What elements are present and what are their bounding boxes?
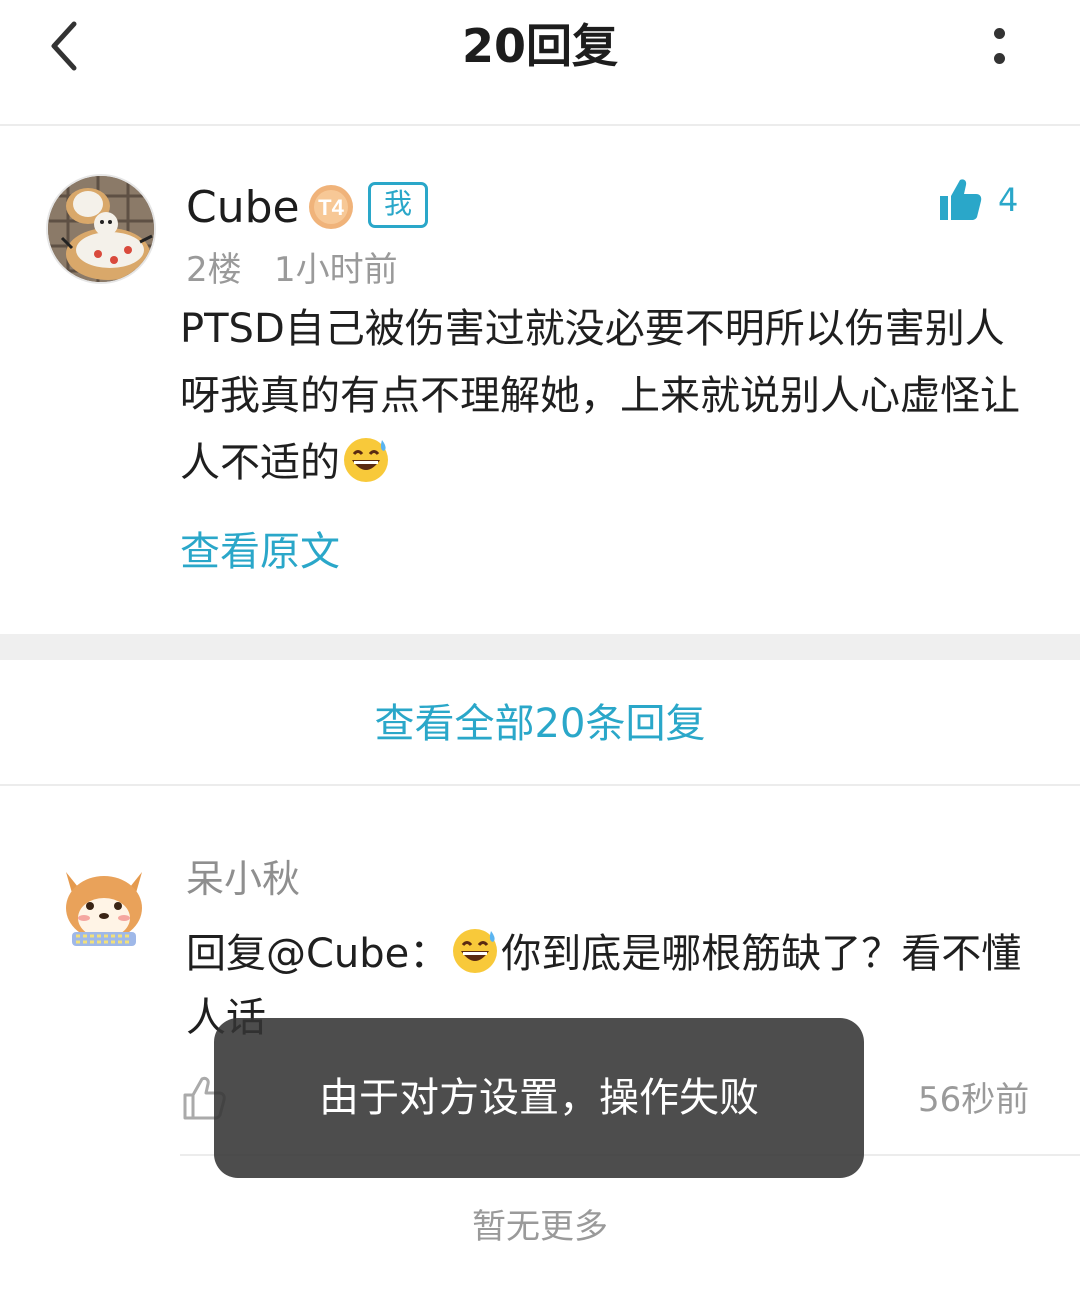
page-title: 20回复: [461, 19, 618, 73]
thumbs-up-icon: [940, 179, 982, 220]
post-meta: 2楼 1小时前: [186, 250, 398, 290]
more-vertical-icon: [994, 53, 1005, 64]
more-button[interactable]: [980, 22, 1020, 72]
post-body-text: PTSD自己被伤害过就没必要不明所以伤害别人呀我真的有点不理解她，上来就说别人心…: [180, 306, 1020, 486]
me-tag: 我: [368, 182, 428, 228]
reply-prefix: 回复@Cube：: [186, 931, 450, 977]
no-more-label: 暂无更多: [472, 1207, 608, 1247]
reply-avatar[interactable]: [52, 852, 156, 956]
post-body: PTSD自己被伤害过就没必要不明所以伤害别人呀我真的有点不理解她，上来就说别人心…: [180, 296, 1030, 497]
toast-message: 由于对方设置，操作失败: [319, 1075, 759, 1121]
main-post: Cube T4 我 4 2楼 1小时前 PTSD自己被伤害过就没必要不明所以伤害…: [0, 128, 1080, 634]
more-vertical-icon: [994, 28, 1005, 39]
grinning-sweat-emoji-icon: [344, 438, 388, 482]
view-all-replies-button[interactable]: 查看全部20条回复: [0, 660, 1080, 786]
view-original-link[interactable]: 查看原文: [180, 526, 340, 578]
like-button[interactable]: 4: [936, 176, 1036, 226]
shiba-avatar-image: [52, 852, 156, 956]
grinning-sweat-emoji-icon: [453, 929, 498, 973]
user-name[interactable]: Cube: [186, 180, 300, 236]
like-count: 4: [998, 181, 1019, 219]
reply-time: 56秒前: [918, 1080, 1030, 1120]
level-badge-icon: T4: [309, 185, 353, 229]
error-toast: 由于对方设置，操作失败: [214, 1018, 864, 1178]
reply-user-name[interactable]: 呆小秋: [186, 854, 300, 904]
snowman-cookie-avatar-image: [48, 176, 154, 282]
level-badge: T4: [306, 182, 356, 232]
view-all-replies-label: 查看全部20条回复: [374, 701, 706, 747]
avatar[interactable]: [46, 174, 156, 284]
level-badge-text: T4: [318, 195, 344, 220]
top-bar: 20回复: [0, 0, 1080, 126]
section-divider: [0, 634, 1080, 660]
